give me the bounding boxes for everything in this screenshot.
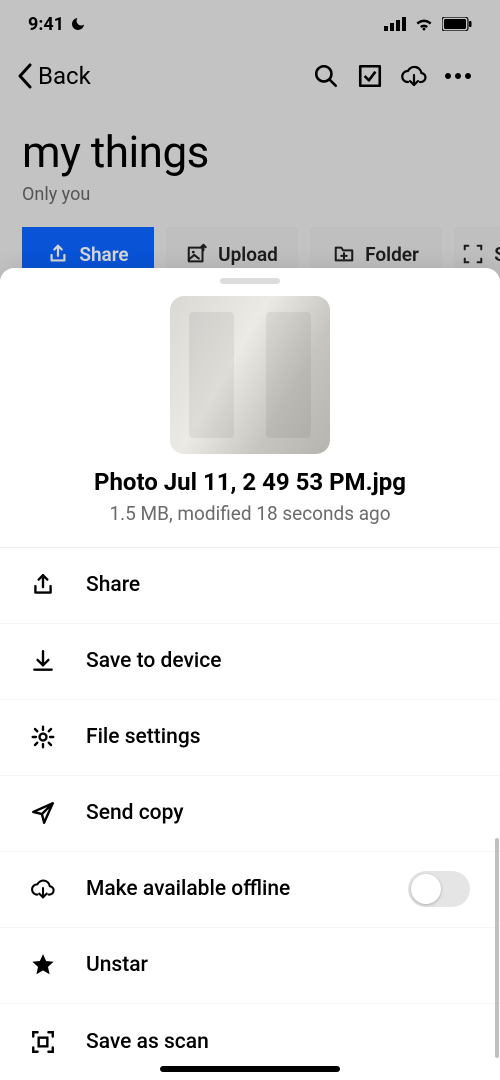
more-horizontal-icon: [444, 72, 472, 80]
action-offline-label: Make available offline: [86, 877, 378, 901]
chevron-left-icon: [16, 63, 34, 89]
back-label: Back: [38, 62, 91, 90]
wifi-icon: [414, 17, 434, 31]
file-name: Photo Jul 11, 2 49 53 PM.jpg: [0, 468, 500, 502]
chip-upload-label: Upload: [218, 243, 278, 266]
sheet-handle[interactable]: [220, 278, 280, 284]
action-send-label: Send copy: [86, 801, 470, 825]
action-share-label: Share: [86, 573, 470, 597]
file-action-sheet: Photo Jul 11, 2 49 53 PM.jpg 1.5 MB, mod…: [0, 268, 500, 1080]
chip-share-label: Share: [79, 243, 128, 266]
folder-plus-icon: [333, 243, 355, 265]
back-button[interactable]: Back: [16, 62, 91, 90]
gear-icon: [30, 724, 56, 750]
home-indicator[interactable]: [160, 1066, 340, 1072]
chip-folder-label: Folder: [365, 243, 419, 266]
page-title: my things: [0, 104, 500, 184]
more-button[interactable]: [436, 54, 480, 98]
page-subtitle: Only you: [0, 184, 500, 227]
action-save-to-device[interactable]: Save to device: [0, 624, 500, 700]
action-share[interactable]: Share: [0, 548, 500, 624]
offline-toggle[interactable]: [408, 871, 470, 907]
action-make-offline[interactable]: Make available offline: [0, 852, 500, 928]
status-time: 9:41: [28, 14, 64, 35]
search-button[interactable]: [304, 54, 348, 98]
share-icon: [47, 243, 69, 265]
action-scan-label: Save as scan: [86, 1030, 470, 1054]
action-unstar[interactable]: Unstar: [0, 928, 500, 1004]
scan-icon: [462, 243, 484, 265]
nav-bar: Back: [0, 48, 500, 104]
download-icon: [30, 648, 56, 674]
cloud-download-icon: [30, 877, 56, 901]
action-save-label: Save to device: [86, 649, 470, 673]
cellular-icon: [384, 17, 406, 31]
action-settings-label: File settings: [86, 725, 470, 749]
search-icon: [313, 63, 339, 89]
status-bar: 9:41: [0, 0, 500, 48]
upload-image-icon: [186, 243, 208, 265]
star-icon: [30, 952, 56, 978]
paper-plane-icon: [30, 800, 56, 826]
scroll-indicator: [495, 838, 499, 1058]
battery-icon: [442, 17, 472, 31]
share-icon: [30, 572, 56, 598]
action-send-copy[interactable]: Send copy: [0, 776, 500, 852]
action-file-settings[interactable]: File settings: [0, 700, 500, 776]
cloud-download-button[interactable]: [392, 54, 436, 98]
scan-icon: [30, 1029, 56, 1055]
file-meta: 1.5 MB, modified 18 seconds ago: [0, 502, 500, 547]
checkbox-icon: [357, 63, 383, 89]
select-button[interactable]: [348, 54, 392, 98]
do-not-disturb-icon: [70, 16, 86, 32]
chip-scan-label: S: [494, 243, 500, 266]
action-unstar-label: Unstar: [86, 953, 470, 977]
file-thumbnail[interactable]: [170, 296, 330, 454]
cloud-download-icon: [400, 63, 428, 89]
